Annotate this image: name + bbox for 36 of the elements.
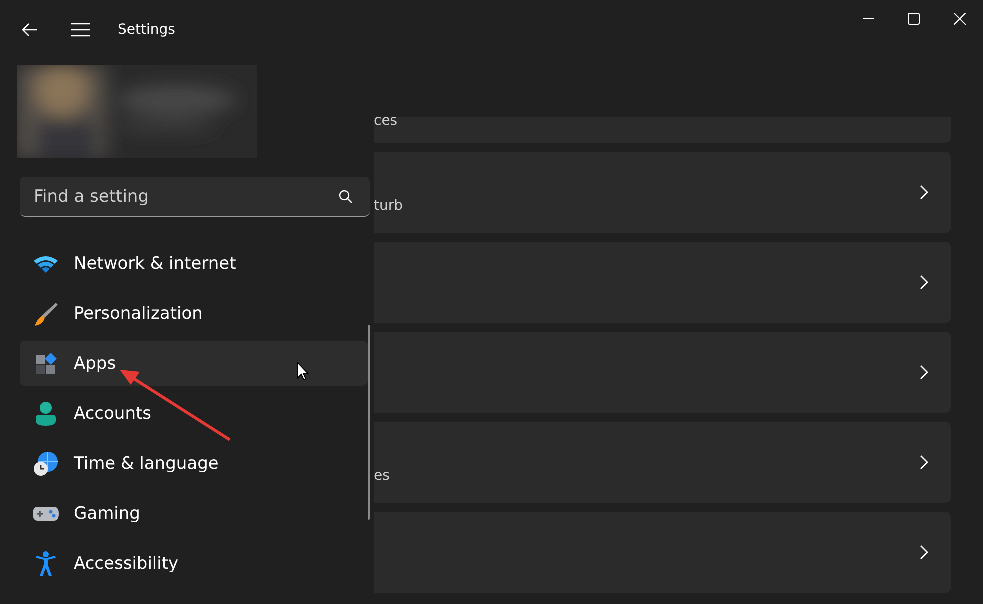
chevron-right-icon [920,275,929,290]
settings-card[interactable]: ces [374,117,951,143]
nav-item[interactable]: Accounts [20,391,368,436]
chevron-right-icon [920,185,929,200]
accessibility-icon [34,550,58,576]
globe-clock-icon [33,450,59,476]
settings-card[interactable] [374,332,951,413]
nav-item[interactable]: Gaming [20,491,368,536]
back-arrow-icon [22,23,38,37]
nav-item[interactable]: Personalization [20,291,368,336]
mouse-cursor-icon [297,362,309,381]
search-field[interactable]: Find a setting [20,177,370,217]
chevron-right-icon [920,545,929,560]
nav-item[interactable]: Accessibility [20,541,368,586]
settings-card[interactable]: es [374,422,951,503]
nav-item[interactable]: Time & language [20,441,368,486]
settings-card[interactable] [374,242,951,323]
window-title: Settings [118,22,176,38]
wifi-icon [33,254,59,272]
card-subtitle: turb [374,198,404,214]
chevron-right-icon [920,455,929,470]
close-icon [954,13,966,25]
maximize-icon [908,13,920,25]
apps-icon [34,352,58,376]
menu-icon [70,23,90,37]
scrollbar[interactable] [368,325,370,520]
nav-item[interactable]: Network & internet [20,241,368,286]
card-subtitle: es [374,468,390,484]
settings-card[interactable] [374,512,951,593]
person-icon [35,400,57,426]
settings-card[interactable]: turb [374,152,951,233]
nav-item[interactable]: Apps [20,341,368,386]
paintbrush-icon [33,300,59,326]
search-icon [339,190,353,204]
minimize-icon [862,18,874,20]
chevron-right-icon [920,365,929,380]
